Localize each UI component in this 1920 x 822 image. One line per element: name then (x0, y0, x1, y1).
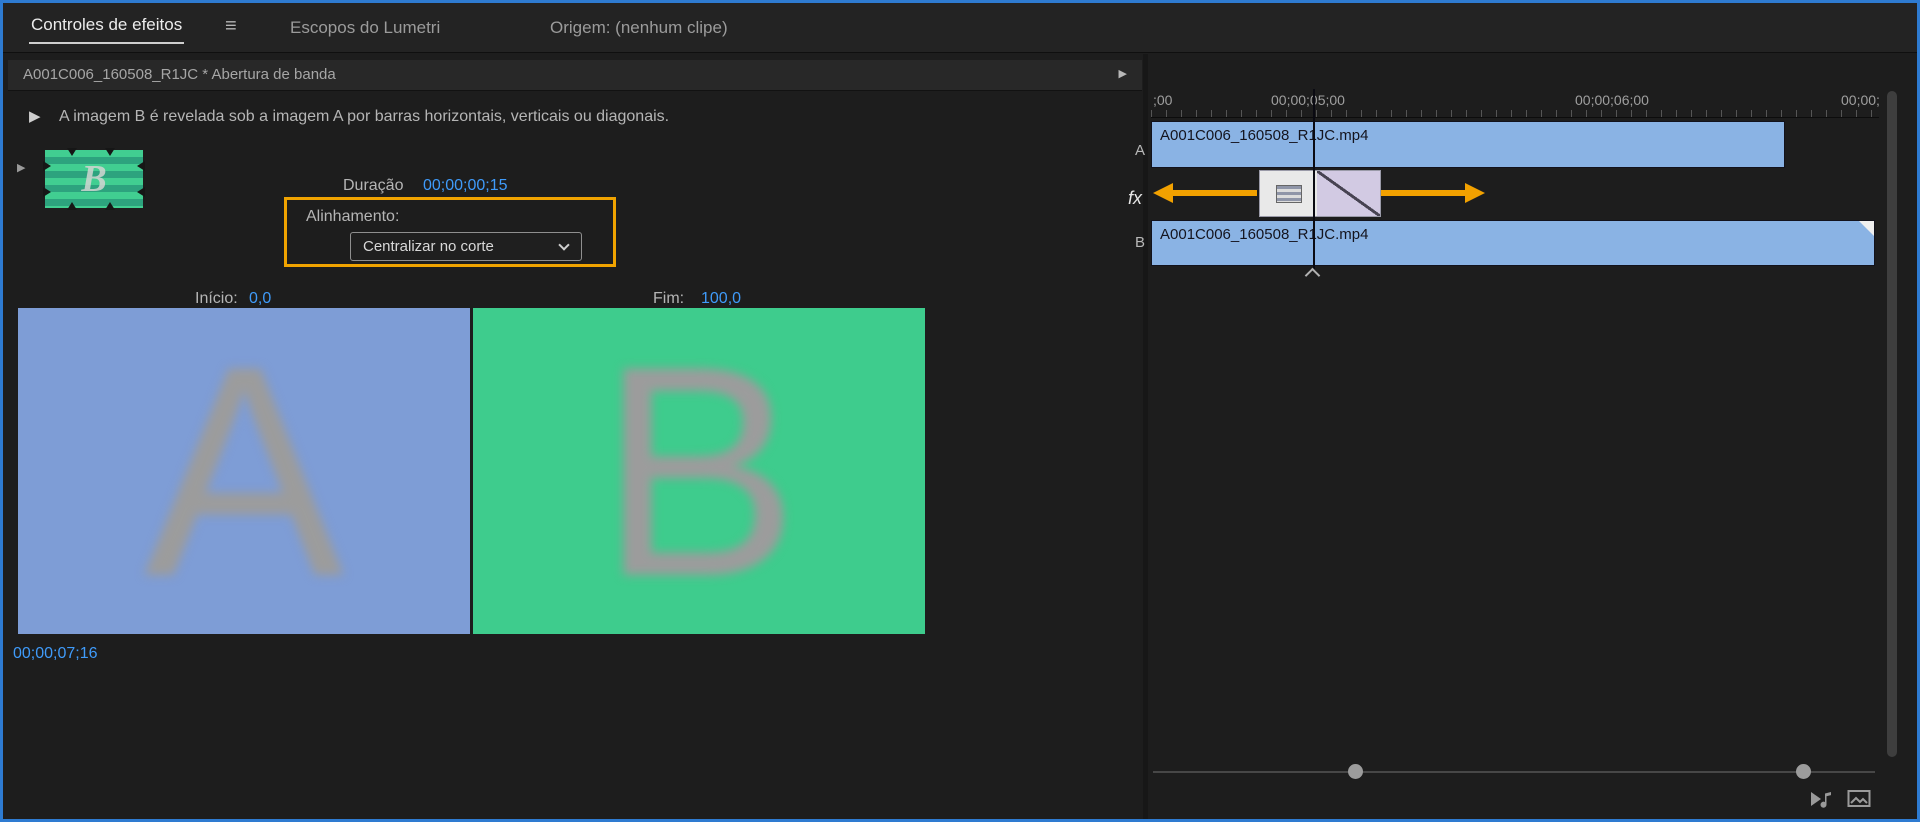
track-a-label: A (1135, 142, 1145, 159)
transition-thumbnail-letter: B (45, 150, 143, 208)
transition-diagonal-line (1317, 171, 1380, 216)
zoom-handle-right[interactable] (1796, 764, 1811, 779)
transition-clip-icon-area (1260, 171, 1317, 216)
tab-source[interactable]: Origem: (nenhum clipe) (550, 3, 728, 53)
direction-handle-icon[interactable] (105, 148, 115, 156)
end-value[interactable]: 100,0 (701, 290, 741, 308)
direction-handle-icon[interactable] (43, 187, 51, 197)
zoom-handle-left[interactable] (1348, 764, 1363, 779)
timeline-view-toggle-icon[interactable]: ▶ (1119, 69, 1127, 80)
clip-a-name: A001C006_160508_R1JC.mp4 (1160, 127, 1368, 144)
transition-header-bar[interactable]: A001C006_160508_R1JC * Abertura de banda… (8, 60, 1142, 91)
direction-handle-icon[interactable] (43, 161, 51, 171)
transition-clip[interactable] (1259, 170, 1381, 217)
arrow-head-right-icon (1465, 183, 1485, 203)
vertical-scrollbar[interactable] (1887, 91, 1897, 757)
transition-direction-selector[interactable]: B (45, 150, 143, 208)
track-b-label: B (1135, 234, 1145, 251)
duration-value[interactable]: 00;00;00;15 (423, 177, 508, 195)
preview-a-letter: A (144, 321, 344, 621)
tab-effect-controls-label: Controles de efeitos (29, 13, 184, 44)
ruler-ticks (1151, 110, 1879, 117)
current-timecode[interactable]: 00;00;07;16 (13, 645, 98, 663)
direction-handle-icon[interactable] (105, 202, 115, 210)
ruler-label: 00;00;05;00 (1271, 92, 1345, 108)
tab-lumetri-scopes-label: Escopos do Lumetri (290, 18, 440, 38)
transition-description: A imagem B é revelada sob a imagem A por… (59, 108, 669, 126)
play-transition-preview-icon[interactable]: ▶ (29, 107, 41, 125)
clip-end-corner (1859, 221, 1874, 236)
playhead-caret-icon[interactable] (1305, 268, 1321, 284)
preview-clip-a: A (18, 308, 470, 634)
annotation-highlight-box (284, 197, 616, 267)
playhead[interactable] (1313, 89, 1315, 269)
ruler-label: 00;00;06;00 (1575, 92, 1649, 108)
arrow-head-left-icon (1153, 183, 1173, 203)
tab-lumetri-scopes[interactable]: Escopos do Lumetri (290, 3, 440, 53)
play-audio-icon[interactable] (1809, 789, 1835, 809)
export-frame-icon[interactable] (1847, 789, 1873, 809)
start-value[interactable]: 0,0 (249, 290, 271, 308)
start-label: Início: (195, 290, 238, 308)
preview-b-letter: B (599, 321, 799, 621)
ruler-label: 00;00;0 (1841, 92, 1879, 108)
arrow-shaft (1171, 190, 1257, 196)
direction-handle-icon[interactable] (137, 187, 145, 197)
zoom-scrollbar-track[interactable] (1153, 771, 1875, 773)
clip-a[interactable]: A001C006_160508_R1JC.mp4 (1151, 121, 1785, 168)
annotation-arrow-right (1381, 183, 1485, 203)
tab-effect-controls[interactable]: Controles de efeitos (29, 3, 184, 53)
panel-tab-bar: Controles de efeitos ≡ Escopos do Lumetr… (3, 3, 1917, 53)
direction-handle-icon[interactable] (67, 202, 77, 210)
direction-handle-icon[interactable] (137, 161, 145, 171)
transition-header-title: A001C006_160508_R1JC * Abertura de banda (23, 66, 336, 83)
arrow-shaft (1381, 190, 1467, 196)
duration-label: Duração (343, 177, 403, 195)
end-label: Fim: (653, 290, 684, 308)
panel-menu-icon[interactable]: ≡ (225, 15, 237, 38)
preview-clip-b: B (473, 308, 925, 634)
annotation-arrow-left (1153, 183, 1257, 203)
premiere-effect-controls-window: Controles de efeitos ≡ Escopos do Lumetr… (0, 0, 1920, 822)
ruler-label: ;00 (1153, 92, 1172, 108)
band-wipe-icon (1276, 185, 1302, 203)
panel-divider (1143, 54, 1148, 819)
direction-handle-icon[interactable] (67, 148, 77, 156)
tab-source-label: Origem: (nenhum clipe) (550, 18, 728, 38)
transition-clip-body (1317, 171, 1380, 216)
clip-b[interactable]: A001C006_160508_R1JC.mp4 (1151, 220, 1875, 266)
timeline-ruler[interactable]: ;00 00;00;05;00 00;00;06;00 00;00;0 (1151, 87, 1879, 118)
clip-b-name: A001C006_160508_R1JC.mp4 (1160, 226, 1368, 243)
fx-badge: fx (1128, 188, 1142, 209)
transition-row-expander-icon[interactable]: ▶ (17, 161, 25, 174)
